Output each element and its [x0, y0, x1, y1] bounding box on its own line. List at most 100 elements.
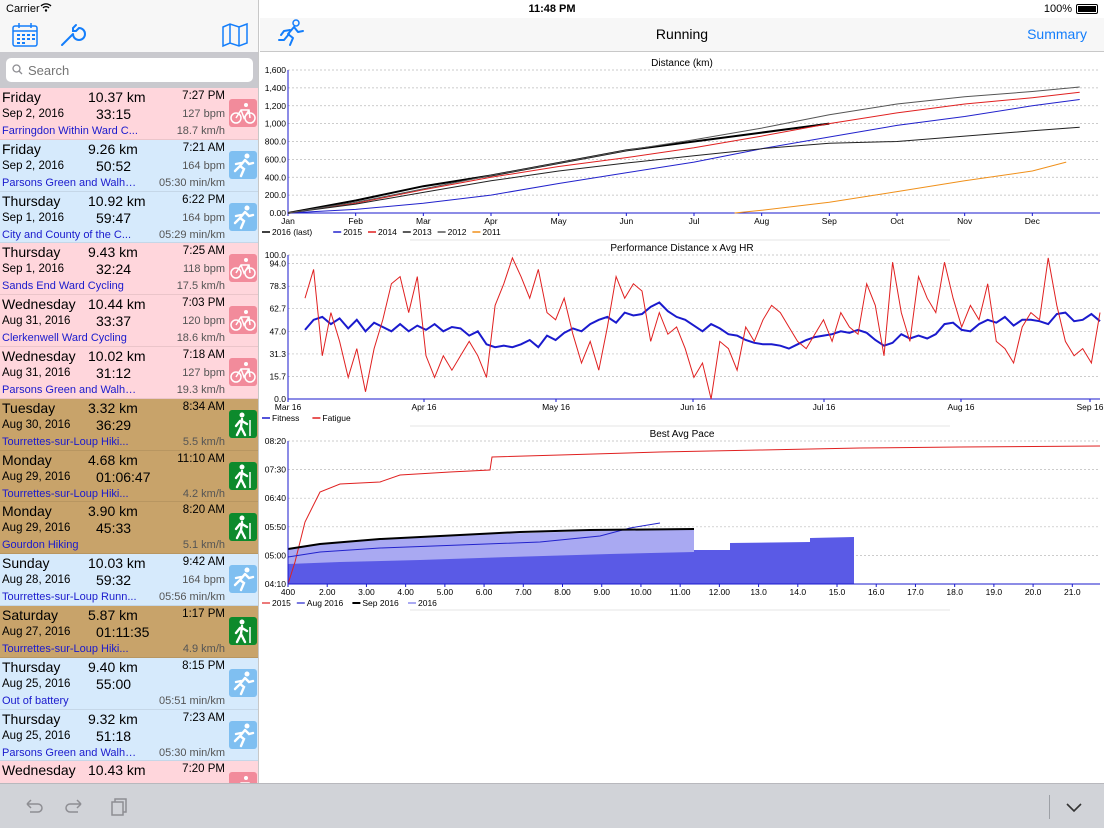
- x-tick-label: Jun 16: [680, 402, 706, 412]
- x-tick-label: Sep: [822, 216, 837, 226]
- activity-row[interactable]: Thursday 9.43 km 7:25 AM Sep 1, 2016 32:24 11…: [0, 243, 258, 296]
- x-tick-label: Aug 16: [948, 402, 975, 412]
- legend-label: Fitness: [272, 413, 299, 423]
- activity-speed: 05:30 min/km: [158, 746, 225, 759]
- x-tick-label: Jan: [281, 216, 295, 226]
- wrench-icon[interactable]: [58, 21, 86, 49]
- activity-duration: 36:29: [96, 416, 132, 433]
- redo-icon[interactable]: [64, 796, 86, 818]
- activity-row[interactable]: Friday 9.26 km 7:21 AM Sep 2, 2016 50:52 164 …: [0, 139, 258, 192]
- chart-title: Best Avg Pace: [650, 429, 715, 440]
- activity-distance: 10.92 km: [88, 192, 146, 209]
- legend-label: Sep 2016: [362, 598, 399, 608]
- y-tick-label: 600.0: [265, 154, 287, 164]
- legend-label: 2013: [413, 227, 432, 237]
- cycling-icon: [229, 99, 257, 127]
- legend-label: 2016 (last): [272, 227, 312, 237]
- activity-hr: 164 bpm: [182, 159, 225, 172]
- activity-duration: 51:18: [96, 727, 132, 744]
- activity-row[interactable]: Wednesday 10.43 km 7:20 PM: [0, 761, 258, 783]
- activity-duration: 33:37: [96, 313, 132, 330]
- y-tick-label: 800.0: [265, 137, 287, 147]
- activity-date: Aug 25, 2016: [2, 677, 71, 690]
- y-tick-label: 78.3: [269, 281, 286, 291]
- activity-row[interactable]: Monday 3.90 km 8:20 AM Aug 29, 2016 45:33 Gou…: [0, 502, 258, 555]
- activity-hr: 164 bpm: [182, 211, 225, 224]
- activity-speed: 05:29 min/km: [158, 228, 225, 241]
- summary-button[interactable]: Summary: [1027, 26, 1087, 42]
- activity-distance: 9.40 km: [88, 658, 138, 675]
- y-tick-label: 06:40: [265, 493, 287, 503]
- y-tick-label: 400.0: [265, 172, 287, 182]
- activity-row[interactable]: Wednesday 10.02 km 7:18 AM Aug 31, 2016 31:1…: [0, 346, 258, 399]
- x-tick-label: 10.00: [630, 587, 652, 597]
- activity-duration: 50:52: [96, 157, 132, 174]
- activity-speed: 17.5 km/h: [176, 280, 225, 293]
- activity-date: Sep 1, 2016: [2, 211, 65, 224]
- activity-duration: 59:47: [96, 209, 132, 226]
- cycling-icon: [229, 357, 257, 386]
- activity-day: Wednesday: [2, 762, 76, 779]
- activity-duration: 55:00: [96, 675, 132, 692]
- activity-speed: 5.5 km/h: [182, 435, 225, 448]
- copy-icon[interactable]: [108, 796, 130, 818]
- x-tick-label: 18.0: [946, 587, 963, 597]
- activity-distance: 9.32 km: [88, 710, 138, 727]
- map-icon[interactable]: [221, 21, 249, 49]
- toolbar-divider: [1049, 795, 1050, 819]
- activity-distance: 10.37 km: [88, 89, 146, 105]
- activity-row[interactable]: Sunday 10.03 km 9:42 AM Aug 28, 2016 59:32 16…: [0, 554, 258, 606]
- activity-date: Sep 2, 2016: [2, 159, 65, 172]
- activity-time: 7:03 PM: [182, 297, 225, 310]
- running-icon: [229, 720, 257, 749]
- running-icon: [229, 565, 257, 594]
- x-tick-label: 11.00: [670, 587, 691, 597]
- hiking-icon: [229, 616, 257, 645]
- activity-row[interactable]: Tuesday 3.32 km 8:34 AM Aug 30, 2016 36:29 To…: [0, 398, 258, 451]
- activity-row[interactable]: Monday 4.68 km 11:10 AM Aug 29, 2016 01:06:4…: [0, 450, 258, 503]
- y-tick-label: 05:00: [265, 550, 287, 560]
- y-tick-label: 62.7: [269, 304, 286, 314]
- activity-duration: 59:32: [96, 572, 132, 589]
- activity-row[interactable]: Friday 10.37 km 7:27 PM Sep 2, 2016 33:15 127…: [0, 88, 258, 140]
- x-tick-label: Feb: [348, 216, 363, 226]
- activity-hr: 118 bpm: [183, 263, 225, 276]
- activity-location: Gourdon Hiking: [2, 539, 79, 552]
- activity-speed: 05:56 min/km: [158, 591, 225, 604]
- activity-date: Sep 2, 2016: [2, 108, 65, 120]
- detail-panel: Running Summary Distance (km) 0.00 200.0 40…: [260, 0, 1104, 783]
- legend-label: 2012: [448, 227, 467, 237]
- x-tick-label: 8.00: [554, 587, 571, 597]
- running-icon: [229, 668, 257, 697]
- activity-date: Aug 27, 2016: [2, 625, 71, 638]
- activity-location: Parsons Green and Walham...: [2, 176, 142, 189]
- activity-row[interactable]: Thursday 9.40 km 8:15 PM Aug 25, 2016 55:00 O…: [0, 657, 258, 710]
- activity-row[interactable]: Thursday 9.32 km 7:23 AM Aug 25, 2016 51:18 P…: [0, 709, 258, 762]
- x-tick-label: 17.0: [907, 587, 924, 597]
- y-tick-label: 200.0: [265, 190, 287, 200]
- activity-time: 7:27 PM: [182, 90, 225, 102]
- chevron-down-icon[interactable]: [1063, 796, 1085, 818]
- legend-label: 2011: [482, 227, 501, 237]
- activity-date: Sep 1, 2016: [2, 263, 65, 276]
- activity-row[interactable]: Saturday 5.87 km 1:17 PM Aug 27, 2016 01:11:…: [0, 605, 258, 658]
- activity-date: Aug 28, 2016: [2, 574, 71, 587]
- calendar-icon[interactable]: [11, 21, 39, 49]
- activity-time: 7:20 PM: [182, 763, 225, 776]
- activity-distance: 5.87 km: [88, 606, 138, 623]
- nav-bar: Running Summary: [260, 18, 1104, 52]
- activity-time: 1:17 PM: [182, 607, 225, 620]
- activity-distance: 3.32 km: [88, 399, 138, 416]
- x-tick-label: 15.0: [829, 587, 846, 597]
- activity-row[interactable]: Thursday 10.92 km 6:22 PM Sep 1, 2016 59:47 1…: [0, 191, 258, 244]
- activity-hr: 127 bpm: [182, 108, 225, 120]
- running-icon: [229, 202, 257, 231]
- y-tick-label: 1,200: [265, 101, 287, 111]
- x-tick-label: 5.00: [437, 587, 454, 597]
- search-bar: [0, 52, 258, 88]
- activity-location: Clerkenwell Ward Cycling: [2, 332, 127, 345]
- activity-row[interactable]: Wednesday 10.44 km 7:03 PM Aug 31, 2016 33:3…: [0, 295, 258, 347]
- search-input[interactable]: [6, 58, 253, 82]
- y-tick-label: 05:50: [265, 522, 287, 532]
- undo-icon[interactable]: [22, 796, 44, 818]
